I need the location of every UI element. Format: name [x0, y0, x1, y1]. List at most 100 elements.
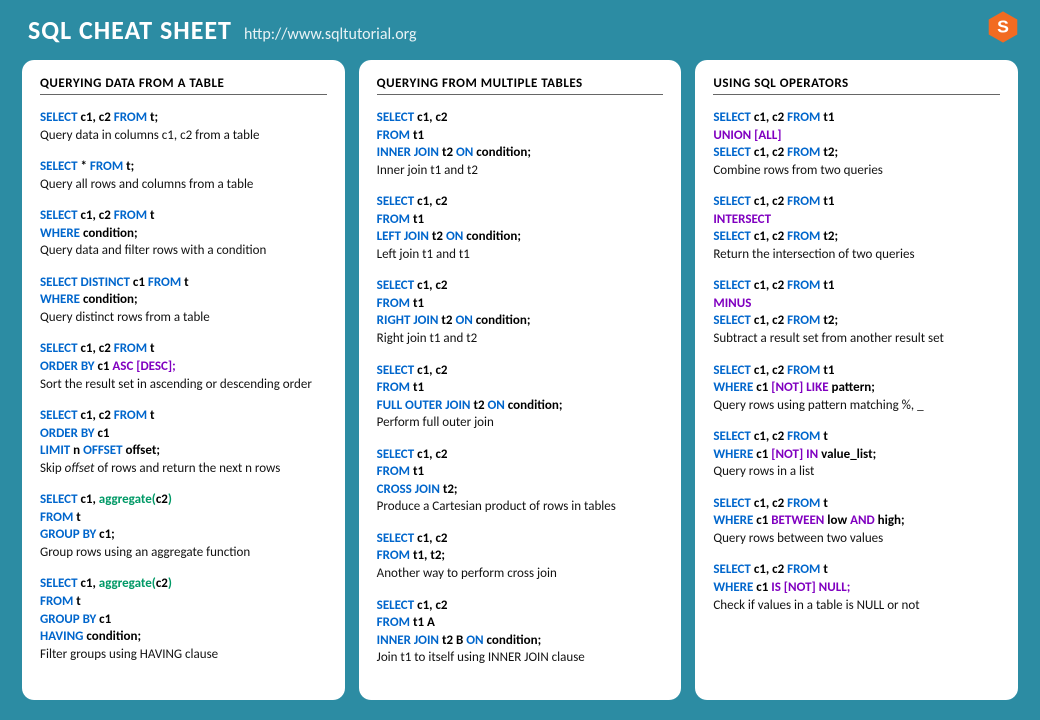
code-line: FROM t1: [377, 127, 664, 145]
code-line: FROM t1: [377, 211, 664, 229]
code-block: SELECT c1, c2FROM t1 AINNER JOIN t2 B ON…: [377, 597, 664, 667]
site-url: http://www.sqltutorial.org: [244, 25, 417, 44]
code-description: Query distinct rows from a table: [40, 309, 327, 327]
card-body: SELECT c1, c2 FROM t1UNION [ALL]SELECT c…: [713, 109, 1000, 614]
code-block: SELECT c1, c2 FROM tORDER BY c1 ASC [DES…: [40, 340, 327, 393]
card-heading: USING SQL OPERATORS: [713, 76, 1000, 95]
code-line: FROM t1, t2;: [377, 547, 664, 565]
code-line: WHERE condition;: [40, 291, 327, 309]
code-line: RIGHT JOIN t2 ON condition;: [377, 312, 664, 330]
code-line: SELECT c1, aggregate(c2): [40, 491, 327, 509]
code-block: SELECT c1, c2 FROM t1MINUSSELECT c1, c2 …: [713, 277, 1000, 347]
code-line: SELECT c1, c2: [377, 362, 664, 380]
card-body: SELECT c1, c2FROM t1INNER JOIN t2 ON con…: [377, 109, 664, 667]
code-description: Join t1 to itself using INNER JOIN claus…: [377, 649, 664, 667]
code-description: Query data in columns c1, c2 from a tabl…: [40, 127, 327, 145]
code-line: SELECT c1, aggregate(c2): [40, 575, 327, 593]
code-block: SELECT c1, c2 FROM tWHERE c1 IS [NOT] NU…: [713, 561, 1000, 614]
code-description: Group rows using an aggregate function: [40, 544, 327, 562]
code-line: FULL OUTER JOIN t2 ON condition;: [377, 397, 664, 415]
card-query-multiple: QUERYING FROM MULTIPLE TABLES SELECT c1,…: [359, 60, 682, 700]
code-block: SELECT c1, c2FROM t1RIGHT JOIN t2 ON con…: [377, 277, 664, 347]
code-line: UNION [ALL]: [713, 127, 1000, 145]
code-line: LIMIT n OFFSET offset;: [40, 442, 327, 460]
code-line: INTERSECT: [713, 211, 1000, 229]
code-line: SELECT DISTINCT c1 FROM t: [40, 274, 327, 292]
code-line: SELECT c1, c2 FROM t: [713, 495, 1000, 513]
code-block: SELECT c1, c2 FROM t1WHERE c1 [NOT] LIKE…: [713, 362, 1000, 415]
code-line: SELECT c1, c2 FROM t1: [713, 362, 1000, 380]
code-line: WHERE c1 BETWEEN low AND high;: [713, 512, 1000, 530]
code-line: GROUP BY c1: [40, 611, 327, 629]
code-line: WHERE c1 [NOT] IN value_list;: [713, 446, 1000, 464]
code-line: SELECT c1, c2 FROM t2;: [713, 228, 1000, 246]
code-block: SELECT c1, c2FROM t1LEFT JOIN t2 ON cond…: [377, 193, 664, 263]
code-line: SELECT c1, c2 FROM t2;: [713, 144, 1000, 162]
code-description: Sort the result set in ascending or desc…: [40, 376, 327, 394]
code-line: SELECT c1, c2: [377, 109, 664, 127]
code-description: Skip offset of rows and return the next …: [40, 460, 327, 478]
code-line: CROSS JOIN t2;: [377, 481, 664, 499]
code-block: SELECT c1, c2 FROM t1INTERSECTSELECT c1,…: [713, 193, 1000, 263]
code-line: SELECT c1, c2 FROM t: [713, 428, 1000, 446]
code-description: Query rows using pattern matching %, _: [713, 397, 1000, 415]
page-title: SQL CHEAT SHEET: [28, 14, 232, 46]
code-line: SELECT c1, c2 FROM t: [40, 207, 327, 225]
card-heading: QUERYING FROM MULTIPLE TABLES: [377, 76, 664, 95]
code-block: SELECT c1, c2FROM t1INNER JOIN t2 ON con…: [377, 109, 664, 179]
code-line: INNER JOIN t2 B ON condition;: [377, 632, 664, 650]
svg-text:S: S: [997, 16, 1009, 36]
code-description: Check if values in a table is NULL or no…: [713, 597, 1000, 615]
code-description: Filter groups using HAVING clause: [40, 646, 327, 664]
card-body: SELECT c1, c2 FROM t;Query data in colum…: [40, 109, 327, 663]
code-block: SELECT c1, c2 FROM t1UNION [ALL]SELECT c…: [713, 109, 1000, 179]
code-line: SELECT c1, c2: [377, 446, 664, 464]
code-block: SELECT c1, c2 FROM tWHERE condition;Quer…: [40, 207, 327, 260]
code-line: INNER JOIN t2 ON condition;: [377, 144, 664, 162]
card-query-single: QUERYING DATA FROM A TABLE SELECT c1, c2…: [22, 60, 345, 700]
code-line: MINUS: [713, 295, 1000, 313]
code-line: SELECT c1, c2: [377, 597, 664, 615]
code-description: Left join t1 and t1: [377, 246, 664, 264]
code-description: Produce a Cartesian product of rows in t…: [377, 498, 664, 516]
code-description: Subtract a result set from another resul…: [713, 330, 1000, 348]
code-description: Combine rows from two queries: [713, 162, 1000, 180]
code-line: FROM t: [40, 593, 327, 611]
code-block: SELECT * FROM t;Query all rows and colum…: [40, 158, 327, 193]
code-block: SELECT c1, c2FROM t1, t2;Another way to …: [377, 530, 664, 583]
code-line: FROM t1: [377, 379, 664, 397]
code-block: SELECT c1, c2 FROM tWHERE c1 BETWEEN low…: [713, 495, 1000, 548]
code-block: SELECT c1, aggregate(c2)FROM tGROUP BY c…: [40, 491, 327, 561]
code-description: Query data and filter rows with a condit…: [40, 242, 327, 260]
logo-icon: S: [986, 10, 1020, 49]
code-description: Return the intersection of two queries: [713, 246, 1000, 264]
code-line: ORDER BY c1 ASC [DESC];: [40, 358, 327, 376]
code-line: SELECT c1, c2 FROM t1: [713, 193, 1000, 211]
code-line: SELECT c1, c2 FROM t: [40, 407, 327, 425]
code-line: SELECT c1, c2 FROM t1: [713, 109, 1000, 127]
code-description: Query rows between two values: [713, 530, 1000, 548]
code-line: SELECT c1, c2: [377, 277, 664, 295]
code-description: Inner join t1 and t2: [377, 162, 664, 180]
code-line: WHERE c1 [NOT] LIKE pattern;: [713, 379, 1000, 397]
code-line: SELECT c1, c2 FROM t;: [40, 109, 327, 127]
code-line: WHERE c1 IS [NOT] NULL;: [713, 579, 1000, 597]
header: SQL CHEAT SHEET http://www.sqltutorial.o…: [0, 0, 1040, 50]
code-line: WHERE condition;: [40, 225, 327, 243]
code-block: SELECT c1, c2 FROM tWHERE c1 [NOT] IN va…: [713, 428, 1000, 481]
code-line: HAVING condition;: [40, 628, 327, 646]
columns-container: QUERYING DATA FROM A TABLE SELECT c1, c2…: [0, 50, 1040, 700]
code-line: SELECT c1, c2 FROM t1: [713, 277, 1000, 295]
code-line: FROM t1: [377, 295, 664, 313]
code-line: SELECT c1, c2: [377, 193, 664, 211]
code-line: ORDER BY c1: [40, 425, 327, 443]
code-line: SELECT c1, c2 FROM t2;: [713, 312, 1000, 330]
card-sql-operators: USING SQL OPERATORS SELECT c1, c2 FROM t…: [695, 60, 1018, 700]
code-line: GROUP BY c1;: [40, 526, 327, 544]
code-line: FROM t: [40, 509, 327, 527]
card-heading: QUERYING DATA FROM A TABLE: [40, 76, 327, 95]
code-block: SELECT c1, c2 FROM t;Query data in colum…: [40, 109, 327, 144]
code-block: SELECT c1, c2FROM t1CROSS JOIN t2;Produc…: [377, 446, 664, 516]
code-description: Query all rows and columns from a table: [40, 176, 327, 194]
code-line: FROM t1 A: [377, 614, 664, 632]
